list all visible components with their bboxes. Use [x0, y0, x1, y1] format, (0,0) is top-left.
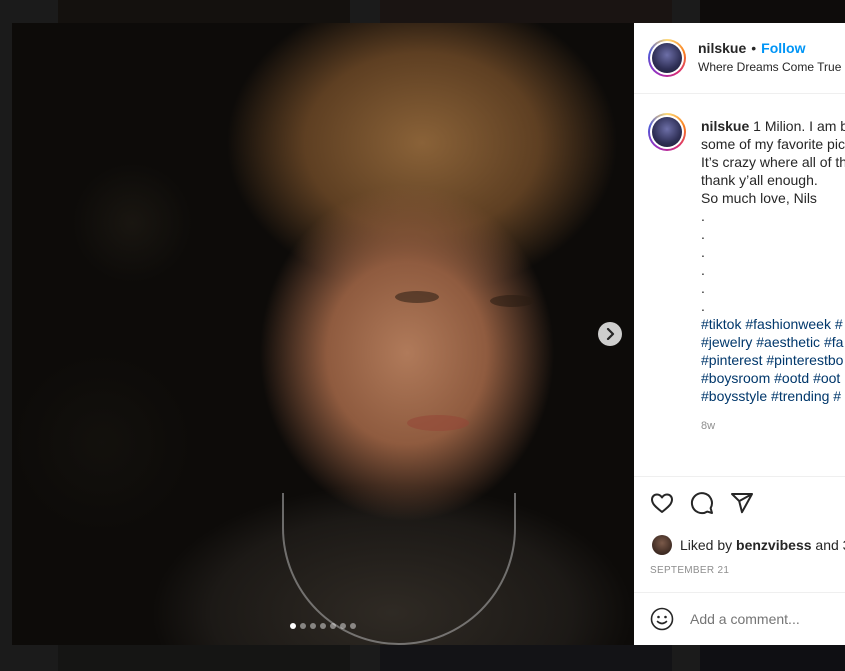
caption-line: . [701, 244, 705, 260]
caption-line: . [701, 298, 705, 314]
liked-by-suffix[interactable]: and 33 [815, 537, 845, 553]
avatar[interactable] [652, 535, 672, 555]
avatar[interactable] [648, 39, 686, 77]
post-side-panel: nilskue • Follow Where Dreams Come True ni… [634, 23, 845, 645]
post-actions: Liked by benzvibess and 33 SEPTEMBER 21 [634, 476, 845, 577]
comment-bar [634, 592, 845, 645]
caption-text: nilskue 1 Milion. I am b some of my favo… [701, 117, 845, 405]
carousel-dot [310, 623, 316, 629]
chevron-right-icon [606, 328, 615, 340]
caption-line: thank y’all enough. [701, 172, 818, 188]
smiley-icon[interactable] [650, 607, 674, 631]
caption-line: . [701, 226, 705, 242]
carousel-dot [350, 623, 356, 629]
follow-button[interactable]: Follow [761, 40, 805, 56]
carousel-dot [300, 623, 306, 629]
carousel-indicator [12, 623, 634, 629]
avatar[interactable] [648, 113, 686, 151]
caption-area: nilskue 1 Milion. I am b some of my favo… [634, 94, 845, 476]
caption-line: So much love, Nils [701, 190, 817, 206]
photo-detail [407, 415, 469, 431]
post-username[interactable]: nilskue [698, 40, 746, 56]
carousel-dot [330, 623, 336, 629]
carousel-dot [290, 623, 296, 629]
carousel-dot [340, 623, 346, 629]
liked-by-prefix: Liked by [680, 537, 733, 553]
photo-detail [490, 295, 534, 307]
caption-line: It’s crazy where all of th [701, 154, 845, 170]
hashtag-line[interactable]: #tiktok #fashionweek # [701, 315, 845, 333]
carousel-dot [320, 623, 326, 629]
post-header: nilskue • Follow Where Dreams Come True [634, 23, 845, 94]
carousel-next-button[interactable] [598, 322, 622, 346]
caption-line: . [701, 208, 705, 224]
post-modal: nilskue • Follow Where Dreams Come True ni… [12, 23, 845, 645]
comment-input[interactable] [690, 611, 840, 627]
hashtag-line[interactable]: #jewelry #aesthetic #fa [701, 333, 845, 351]
hashtag-line[interactable]: #boysroom #ootd #oot [701, 369, 845, 387]
post-time-ago[interactable]: 8w [701, 420, 715, 432]
post-location[interactable]: Where Dreams Come True [698, 60, 841, 74]
photo-detail [395, 291, 439, 303]
share-icon[interactable] [730, 491, 754, 515]
caption-line: 1 Milion. I am b [753, 118, 845, 134]
caption-line: . [701, 262, 705, 278]
liked-by-user[interactable]: benzvibess [736, 537, 811, 553]
hashtag-line[interactable]: #pinterest #pinterestbo [701, 351, 845, 369]
post-date[interactable]: SEPTEMBER 21 [650, 565, 729, 576]
heart-icon[interactable] [650, 491, 674, 515]
caption-line: . [701, 280, 705, 296]
hashtag-line[interactable]: #boysstyle #trending # [701, 387, 845, 405]
liked-by: Liked by benzvibess and 33 [652, 535, 845, 555]
separator-dot: • [751, 40, 757, 56]
comment-icon[interactable] [690, 491, 714, 515]
caption-line: some of my favorite pic [701, 136, 845, 152]
post-photo[interactable] [12, 23, 634, 645]
caption-username[interactable]: nilskue [701, 118, 749, 134]
